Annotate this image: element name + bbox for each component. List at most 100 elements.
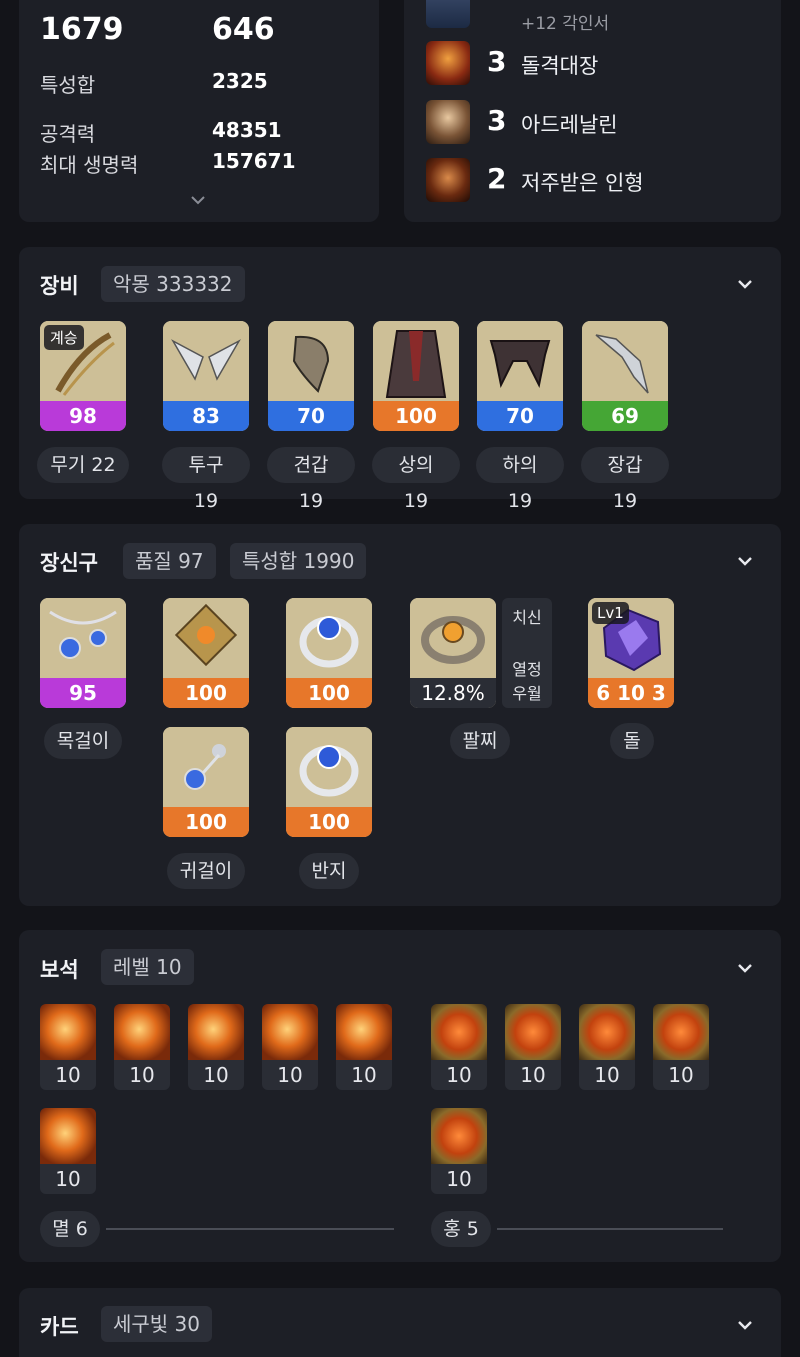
bracelet-effect: 우월 xyxy=(512,684,542,703)
chevron-down-icon[interactable] xyxy=(734,550,756,572)
equipment-pants-tile[interactable]: 70 xyxy=(477,321,563,431)
ring-tile[interactable]: 100 xyxy=(286,598,372,708)
accessory-label: 돌 xyxy=(610,723,654,759)
engraving-name: 저주받은 인형 xyxy=(521,171,644,195)
quality-bar: 100 xyxy=(286,807,372,837)
gem-tile[interactable]: 10 xyxy=(431,1108,487,1194)
cards-card: 카드 세구빛 30 xyxy=(19,1288,781,1357)
engraving-level: 3 xyxy=(487,104,507,137)
pants-icon xyxy=(477,321,563,401)
equipment-label: 투구 19 xyxy=(162,447,250,512)
ring-icon xyxy=(286,598,372,678)
gem-tile[interactable]: 10 xyxy=(114,1004,170,1090)
gem-level: 10 xyxy=(277,1063,303,1087)
gem-tile[interactable]: 10 xyxy=(579,1004,635,1090)
necklace-tile[interactable]: 95 xyxy=(40,598,126,708)
gem-tile[interactable]: 10 xyxy=(653,1004,709,1090)
accessory-label: 반지 xyxy=(299,853,359,889)
engraving-icon xyxy=(426,100,470,144)
engraving-level: 3 xyxy=(487,45,507,78)
chevron-down-icon[interactable] xyxy=(734,1314,756,1336)
quality-bar: 98 xyxy=(40,401,126,431)
stat-label: 특성합 xyxy=(40,73,96,97)
stat-value: 157671 xyxy=(212,149,296,173)
quality-bar: 69 xyxy=(582,401,668,431)
crimson-gem-icon xyxy=(579,1004,635,1060)
equipment-shoulder-tile[interactable]: 70 xyxy=(268,321,354,431)
gem-level: 10 xyxy=(351,1063,377,1087)
quality-bar: 95 xyxy=(40,678,126,708)
expand-chevron-icon[interactable] xyxy=(189,194,207,206)
accessory-label: 팔찌 xyxy=(450,723,510,759)
gem-level: 10 xyxy=(668,1063,694,1087)
ring-icon xyxy=(286,727,372,807)
stone-values: 6 10 3 xyxy=(588,678,674,708)
quality-bar: 100 xyxy=(373,401,459,431)
stat-top-right: 646 xyxy=(212,12,275,47)
gem-tile[interactable]: 10 xyxy=(431,1004,487,1090)
stats-card: 1679 646 특성합 2325 공격력 48351 최대 생명력 15767… xyxy=(19,0,379,222)
quality-bar: 70 xyxy=(477,401,563,431)
bracelet-icon xyxy=(410,598,496,678)
accessories-card: 장신구 품질 97 특성합 1990 95 목걸이 100 100 12.8% … xyxy=(19,524,781,906)
gem-level: 10 xyxy=(129,1063,155,1087)
accessory-label: 목걸이 xyxy=(44,723,122,759)
succession-badge: 계승 xyxy=(44,325,84,350)
crimson-gem-icon xyxy=(653,1004,709,1060)
gem-level: 10 xyxy=(446,1063,472,1087)
gem-tile[interactable]: 10 xyxy=(505,1004,561,1090)
gem-group-divider xyxy=(106,1228,394,1230)
equipment-label: 견갑 19 xyxy=(267,447,355,512)
equipment-weapon-tile[interactable]: 계승 98 xyxy=(40,321,126,431)
annihilation-gem-icon xyxy=(114,1004,170,1060)
equipment-gloves-tile[interactable]: 69 xyxy=(582,321,668,431)
helmet-icon xyxy=(163,321,249,401)
accessory-stat-chip: 특성합 1990 xyxy=(230,543,367,579)
earring-tile[interactable]: 100 xyxy=(163,727,249,837)
equipment-card: 장비 악몽 333332 계승 98 무기 22 83 투구 19 70 견갑 … xyxy=(19,247,781,512)
quality-bar: 100 xyxy=(163,807,249,837)
quality-bar: 70 xyxy=(268,401,354,431)
card-set-chip: 세구빛 30 xyxy=(101,1306,213,1342)
gem-tile[interactable]: 10 xyxy=(188,1004,244,1090)
gem-tile[interactable]: 10 xyxy=(336,1004,392,1090)
section-title: 보석 xyxy=(40,958,79,982)
earring-tile[interactable]: 100 xyxy=(163,598,249,708)
engraving-icon xyxy=(426,158,470,202)
gem-level: 10 xyxy=(446,1167,472,1191)
ability-stone-tile[interactable]: Lv1 6 10 3 xyxy=(588,598,674,708)
gem-tile[interactable]: 10 xyxy=(40,1004,96,1090)
earring-icon xyxy=(163,598,249,678)
engraving-icon xyxy=(426,0,470,28)
bracelet-tile[interactable]: 12.8% xyxy=(410,598,496,708)
engraving-icon xyxy=(426,41,470,85)
stat-value: 48351 xyxy=(212,118,282,142)
gem-tile[interactable]: 10 xyxy=(40,1108,96,1194)
chevron-down-icon[interactable] xyxy=(734,273,756,295)
engraving-row[interactable]: 3 아드레날린 xyxy=(426,100,766,148)
ring-tile[interactable]: 100 xyxy=(286,727,372,837)
engraving-row[interactable]: 3 돌격대장 xyxy=(426,41,766,89)
accessory-label: 귀걸이 xyxy=(167,853,245,889)
engraving-partial-text: +12 각인서 xyxy=(521,14,610,34)
equipment-summary-chip: 악몽 333332 xyxy=(101,266,245,302)
equipment-chest-tile[interactable]: 100 xyxy=(373,321,459,431)
bracelet-effect: 열정 xyxy=(512,660,542,679)
engravings-card: +12 각인서 3 돌격대장 3 아드레날린 2 저주받은 인형 xyxy=(404,0,781,222)
section-title: 장비 xyxy=(40,274,79,298)
necklace-icon xyxy=(40,598,126,678)
stone-level-badge: Lv1 xyxy=(592,602,629,624)
annihilation-gem-icon xyxy=(262,1004,318,1060)
annihilation-gem-icon xyxy=(40,1004,96,1060)
equipment-helmet-tile[interactable]: 83 xyxy=(163,321,249,431)
gem-tile[interactable]: 10 xyxy=(262,1004,318,1090)
stat-top-left: 1679 xyxy=(40,12,124,47)
annihilation-gem-icon xyxy=(40,1108,96,1164)
engraving-row[interactable]: 2 저주받은 인형 xyxy=(426,158,766,206)
shoulder-icon xyxy=(268,321,354,401)
annihilation-gem-icon xyxy=(188,1004,244,1060)
equipment-label: 상의 19 xyxy=(372,447,460,512)
equipment-label: 무기 22 xyxy=(37,447,129,483)
chevron-down-icon[interactable] xyxy=(734,957,756,979)
gem-level: 10 xyxy=(520,1063,546,1087)
